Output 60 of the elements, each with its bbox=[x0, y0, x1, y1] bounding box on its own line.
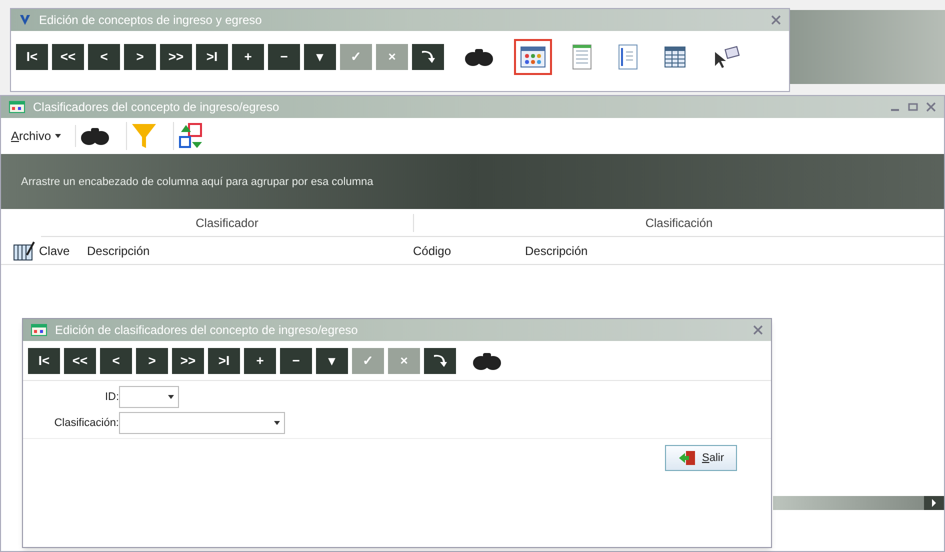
column-group-header: Clasificación bbox=[644, 214, 714, 232]
column-group-header: Clasificador bbox=[41, 214, 414, 232]
window-title: Clasificadores del concepto de ingreso/egreso bbox=[33, 99, 280, 116]
redo-button[interactable] bbox=[412, 44, 444, 70]
nav-button[interactable]: I< bbox=[28, 348, 60, 374]
list-icon bbox=[572, 44, 592, 70]
nav-button[interactable]: << bbox=[64, 348, 96, 374]
column-header[interactable]: Clave bbox=[39, 242, 87, 260]
nav-button[interactable]: ▾ bbox=[304, 44, 336, 70]
nav-button[interactable]: + bbox=[232, 44, 264, 70]
binoculars-icon bbox=[80, 125, 110, 147]
filter-icon bbox=[131, 122, 158, 150]
field-label: ID: bbox=[104, 390, 119, 405]
exit-door-icon bbox=[678, 450, 696, 466]
nav-button[interactable]: I< bbox=[16, 44, 48, 70]
column-chooser-icon[interactable] bbox=[13, 240, 35, 260]
close-icon[interactable] bbox=[926, 102, 936, 112]
close-icon[interactable] bbox=[771, 15, 781, 25]
nav-button[interactable]: ▾ bbox=[316, 348, 348, 374]
caret-icon bbox=[168, 395, 174, 399]
maximize-icon[interactable] bbox=[908, 102, 918, 112]
exit-button[interactable]: Salir bbox=[664, 445, 737, 471]
dropdown-field[interactable] bbox=[119, 412, 285, 434]
translate-icon bbox=[178, 122, 204, 150]
window-icon bbox=[9, 101, 25, 113]
grid-icon bbox=[520, 46, 546, 68]
nav-button[interactable]: − bbox=[268, 44, 300, 70]
nav-button[interactable]: > bbox=[124, 44, 156, 70]
app-icon bbox=[19, 14, 31, 26]
caret-icon bbox=[55, 134, 62, 138]
dialog-title: Edición de clasificadores del concepto de ingreso/egreso bbox=[55, 322, 359, 339]
binoculars-icon bbox=[464, 46, 494, 68]
dropdown-field[interactable] bbox=[119, 386, 179, 408]
nav-button[interactable]: >> bbox=[160, 44, 192, 70]
nav-button[interactable]: < bbox=[100, 348, 132, 374]
column-header[interactable]: Código bbox=[412, 242, 524, 260]
window-icon bbox=[31, 324, 47, 336]
table-icon bbox=[664, 46, 686, 68]
curved-arrow-icon bbox=[432, 354, 448, 368]
pointer-icon bbox=[712, 44, 742, 70]
redo-button[interactable] bbox=[424, 348, 456, 374]
caret-icon bbox=[274, 421, 280, 425]
column-header[interactable]: Descripción bbox=[87, 242, 412, 260]
nav-button[interactable]: << bbox=[52, 44, 84, 70]
nav-button[interactable]: < bbox=[88, 44, 120, 70]
scroll-right-icon[interactable] bbox=[931, 499, 937, 507]
nav-button[interactable]: − bbox=[280, 348, 312, 374]
nav-button[interactable]: + bbox=[244, 348, 276, 374]
close-icon[interactable] bbox=[753, 325, 763, 335]
curved-arrow-icon bbox=[420, 50, 436, 64]
window-title: Edición de conceptos de ingreso y egreso bbox=[39, 12, 263, 29]
nav-button[interactable]: > bbox=[136, 348, 168, 374]
field-label: Clasificación: bbox=[53, 416, 119, 431]
document-icon bbox=[618, 44, 638, 70]
nav-button[interactable]: >> bbox=[172, 348, 204, 374]
column-header[interactable]: Descripción bbox=[524, 242, 944, 260]
file-menu[interactable]: Archivo bbox=[11, 127, 64, 145]
group-panel-hint: Arrastre un encabezado de columna aquí para agrupar por esa columna bbox=[21, 176, 374, 188]
nav-button[interactable]: >I bbox=[208, 348, 240, 374]
nav-button[interactable]: >I bbox=[196, 44, 228, 70]
